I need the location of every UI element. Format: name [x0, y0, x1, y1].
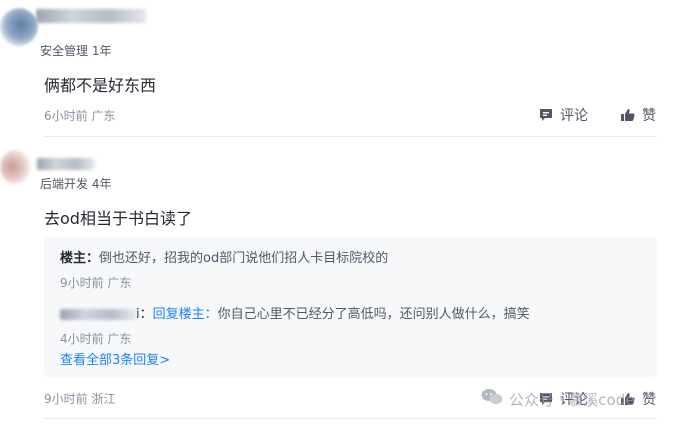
watermark: 公众号 · 慕溪code: [481, 388, 634, 410]
divider: [44, 418, 657, 419]
author-name-masked[interactable]: [37, 158, 95, 170]
like-label: 赞: [642, 392, 656, 408]
reply-list: 楼主：倒也还好，招我的od部门说他们招人卡目标院校的 9小时前 广东 i：回复楼…: [44, 237, 657, 377]
author-subtitle: 后端开发 4年: [40, 177, 112, 191]
reply-author-suffix: i：: [136, 307, 153, 322]
reply-text: 你自己心里不已经分了高低吗，还问别人做什么，搞笑: [217, 307, 530, 322]
reply-text: 倒也还好，招我的od部门说他们招人卡目标院校的: [99, 251, 389, 266]
avatar[interactable]: [0, 150, 30, 184]
watermark-text: 公众号 · 慕溪code: [509, 390, 635, 409]
like-button[interactable]: 赞: [620, 105, 656, 125]
author-subtitle: 安全管理 1年: [40, 44, 112, 58]
reply-time: 4小时前 广东: [60, 332, 132, 346]
comment-text: 去od相当于书白读了: [44, 209, 192, 228]
comment-time: 6小时前 广东: [44, 109, 116, 123]
reply-item: 楼主：倒也还好，招我的od部门说他们招人卡目标院校的: [60, 247, 388, 266]
comment-label: 评论: [560, 108, 588, 124]
reply-item: i：回复楼主：你自己心里不已经分了高低吗，还问别人做什么，搞笑: [60, 303, 530, 322]
comment-text: 俩都不是好东西: [44, 76, 157, 95]
wechat-icon: [481, 388, 503, 410]
reply-to-link[interactable]: 回复楼主：: [153, 307, 218, 322]
like-label: 赞: [642, 108, 656, 124]
reply-author[interactable]: 楼主：: [60, 251, 99, 266]
comment-time: 9小时前 浙江: [44, 392, 116, 406]
thumbs-up-icon: [620, 107, 636, 123]
reply-time: 9小时前 广东: [60, 276, 132, 290]
comment-button[interactable]: 评论: [538, 105, 588, 125]
author-name-masked[interactable]: [36, 9, 146, 23]
comment-icon: [538, 107, 554, 123]
view-all-replies-link[interactable]: 查看全部3条回复>: [60, 349, 170, 368]
divider: [44, 136, 657, 137]
avatar[interactable]: [0, 8, 38, 46]
reply-author-masked[interactable]: [60, 309, 136, 320]
